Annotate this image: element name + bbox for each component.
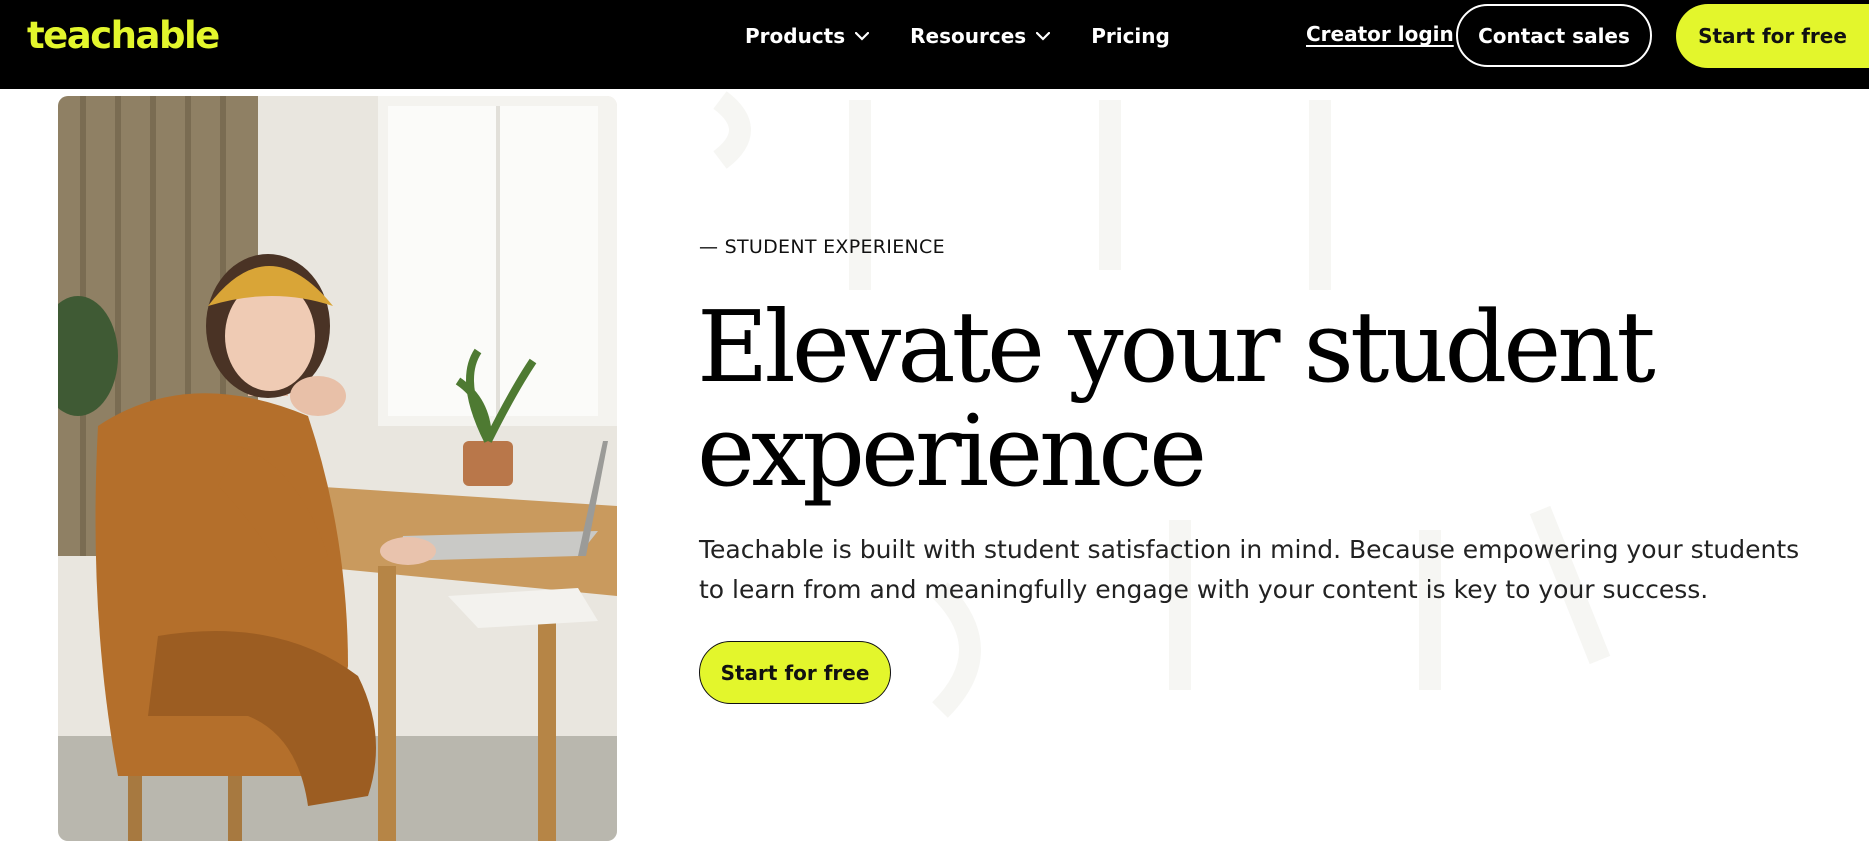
nav-item-resources-label: Resources bbox=[910, 24, 1027, 48]
hero-description: Teachable is built with student satisfac… bbox=[699, 535, 1800, 604]
creator-login-link[interactable]: Creator login bbox=[1306, 22, 1454, 46]
top-navigation-bar: teachable Products Resources Pricing Cre… bbox=[0, 0, 1869, 89]
hero-headline-line-2: experience bbox=[697, 395, 1207, 509]
hero-headline: Elevate your student experience bbox=[697, 296, 1797, 504]
hero-photo-student-at-laptop bbox=[58, 96, 617, 841]
hero-headline-line-1: Elevate your student bbox=[697, 291, 1656, 405]
nav-item-products-label: Products bbox=[745, 24, 846, 48]
chevron-down-icon bbox=[1036, 31, 1051, 41]
start-for-free-hero-button[interactable]: Start for free bbox=[699, 641, 891, 704]
contact-sales-button[interactable]: Contact sales bbox=[1456, 4, 1652, 67]
chevron-down-icon bbox=[855, 31, 870, 41]
nav-item-products[interactable]: Products bbox=[745, 24, 870, 48]
nav-item-resources[interactable]: Resources bbox=[910, 24, 1051, 48]
teachable-logo[interactable]: teachable bbox=[27, 14, 220, 57]
start-for-free-header-button[interactable]: Start for free bbox=[1676, 4, 1869, 68]
nav-item-pricing-label: Pricing bbox=[1091, 24, 1170, 48]
section-eyebrow: — STUDENT EXPERIENCE bbox=[699, 236, 945, 258]
primary-nav: Products Resources Pricing bbox=[745, 0, 1211, 72]
nav-item-pricing[interactable]: Pricing bbox=[1091, 24, 1170, 48]
